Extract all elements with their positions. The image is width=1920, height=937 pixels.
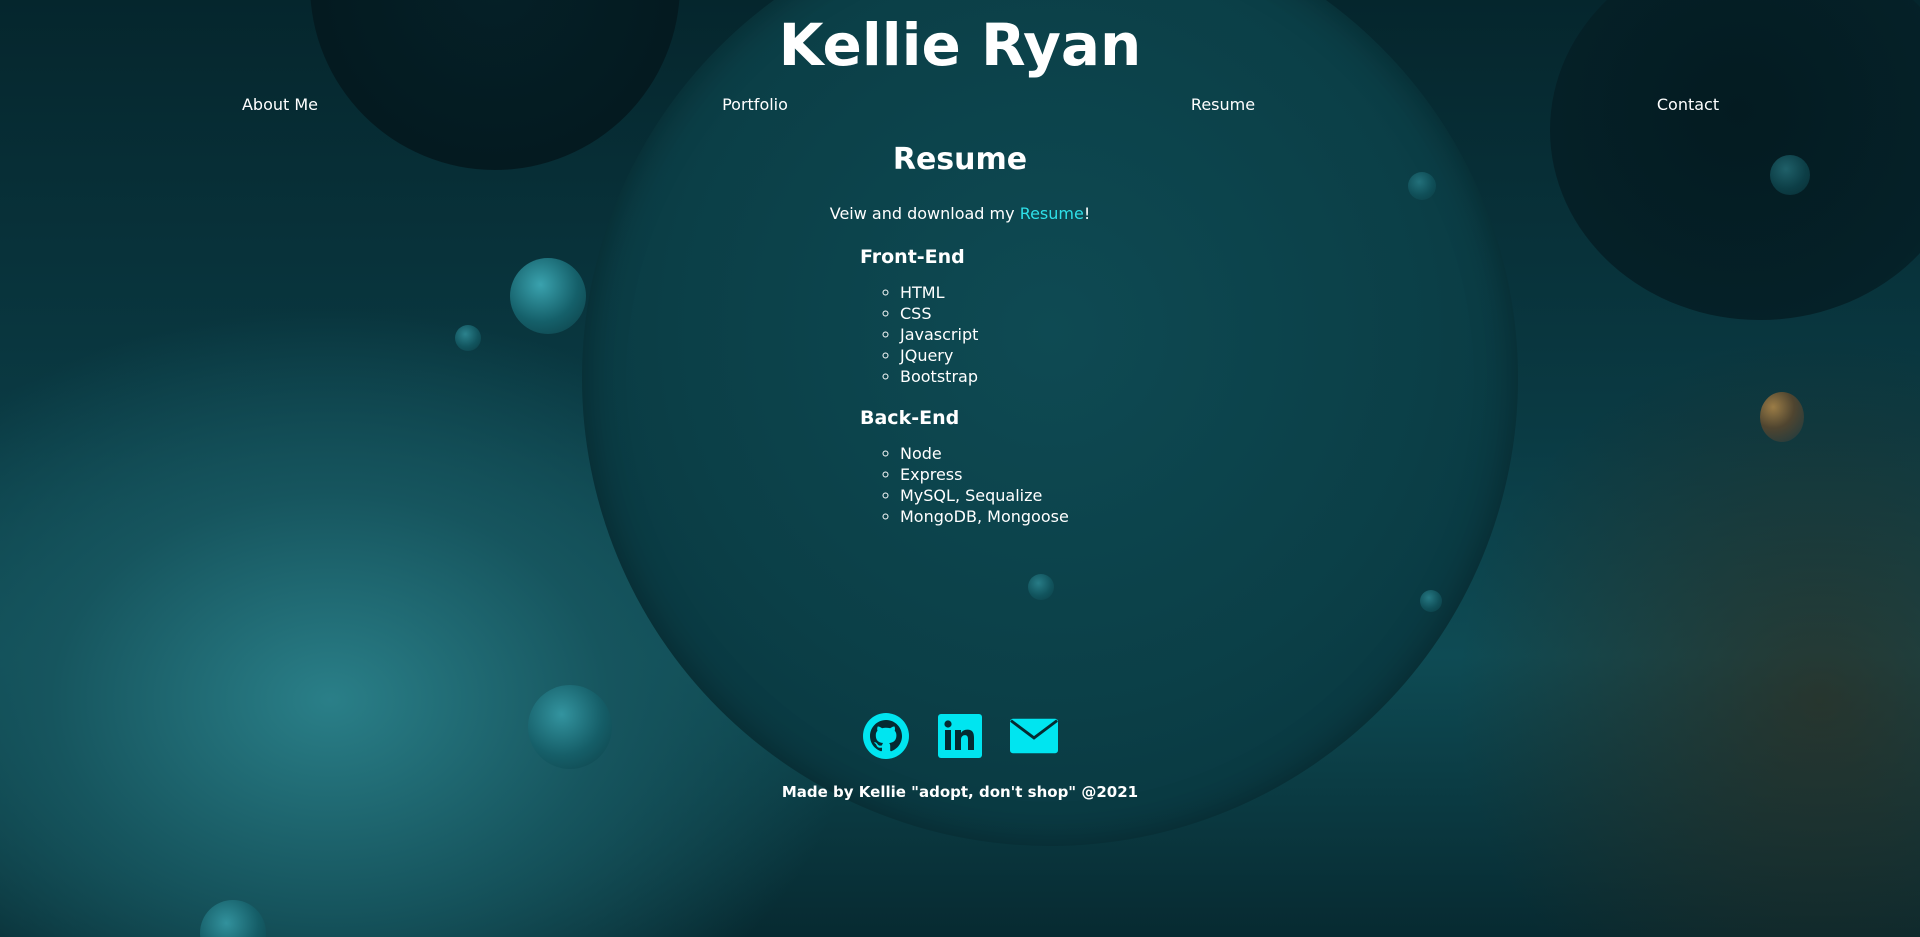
nav-item-resume[interactable]: Resume <box>1191 95 1255 114</box>
list-item: Express <box>900 464 1180 485</box>
list-item: Node <box>900 443 1180 464</box>
resume-intro: Veiw and download my Resume! <box>0 204 1920 223</box>
footer-credit: Made by Kellie "adopt, don't shop" @2021 <box>781 783 1139 801</box>
email-link[interactable] <box>1010 712 1058 760</box>
backend-heading: Back-End <box>860 407 960 429</box>
nav-item-portfolio[interactable]: Portfolio <box>722 95 788 114</box>
intro-suffix: ! <box>1083 204 1091 223</box>
backend-list: Node Express MySQL, Sequalize MongoDB, M… <box>860 443 1180 527</box>
resume-download-link[interactable]: Resume <box>1020 204 1084 223</box>
frontend-list: HTML CSS Javascript JQuery Bootstrap <box>860 282 1180 387</box>
github-icon <box>863 713 909 759</box>
github-link[interactable] <box>862 712 910 760</box>
site-title: Kellie Ryan <box>778 11 1142 79</box>
list-item: MongoDB, Mongoose <box>900 506 1180 527</box>
main-nav: About Me Portfolio Resume Contact <box>0 95 1920 119</box>
list-item: HTML <box>900 282 1180 303</box>
list-item: Javascript <box>900 324 1180 345</box>
linkedin-icon <box>938 714 982 758</box>
list-item: CSS <box>900 303 1180 324</box>
list-item: JQuery <box>900 345 1180 366</box>
nav-item-about-me[interactable]: About Me <box>242 95 318 114</box>
email-icon <box>1010 718 1058 754</box>
social-links <box>0 712 1920 760</box>
intro-prefix: Veiw and download my <box>829 204 1020 223</box>
frontend-heading: Front-End <box>860 246 965 268</box>
list-item: MySQL, Sequalize <box>900 485 1180 506</box>
nav-item-contact[interactable]: Contact <box>1657 95 1719 114</box>
skills-section: Front-End HTML CSS Javascript JQuery Boo… <box>860 246 1180 547</box>
linkedin-link[interactable] <box>936 712 984 760</box>
list-item: Bootstrap <box>900 366 1180 387</box>
section-title: Resume <box>892 142 1028 177</box>
